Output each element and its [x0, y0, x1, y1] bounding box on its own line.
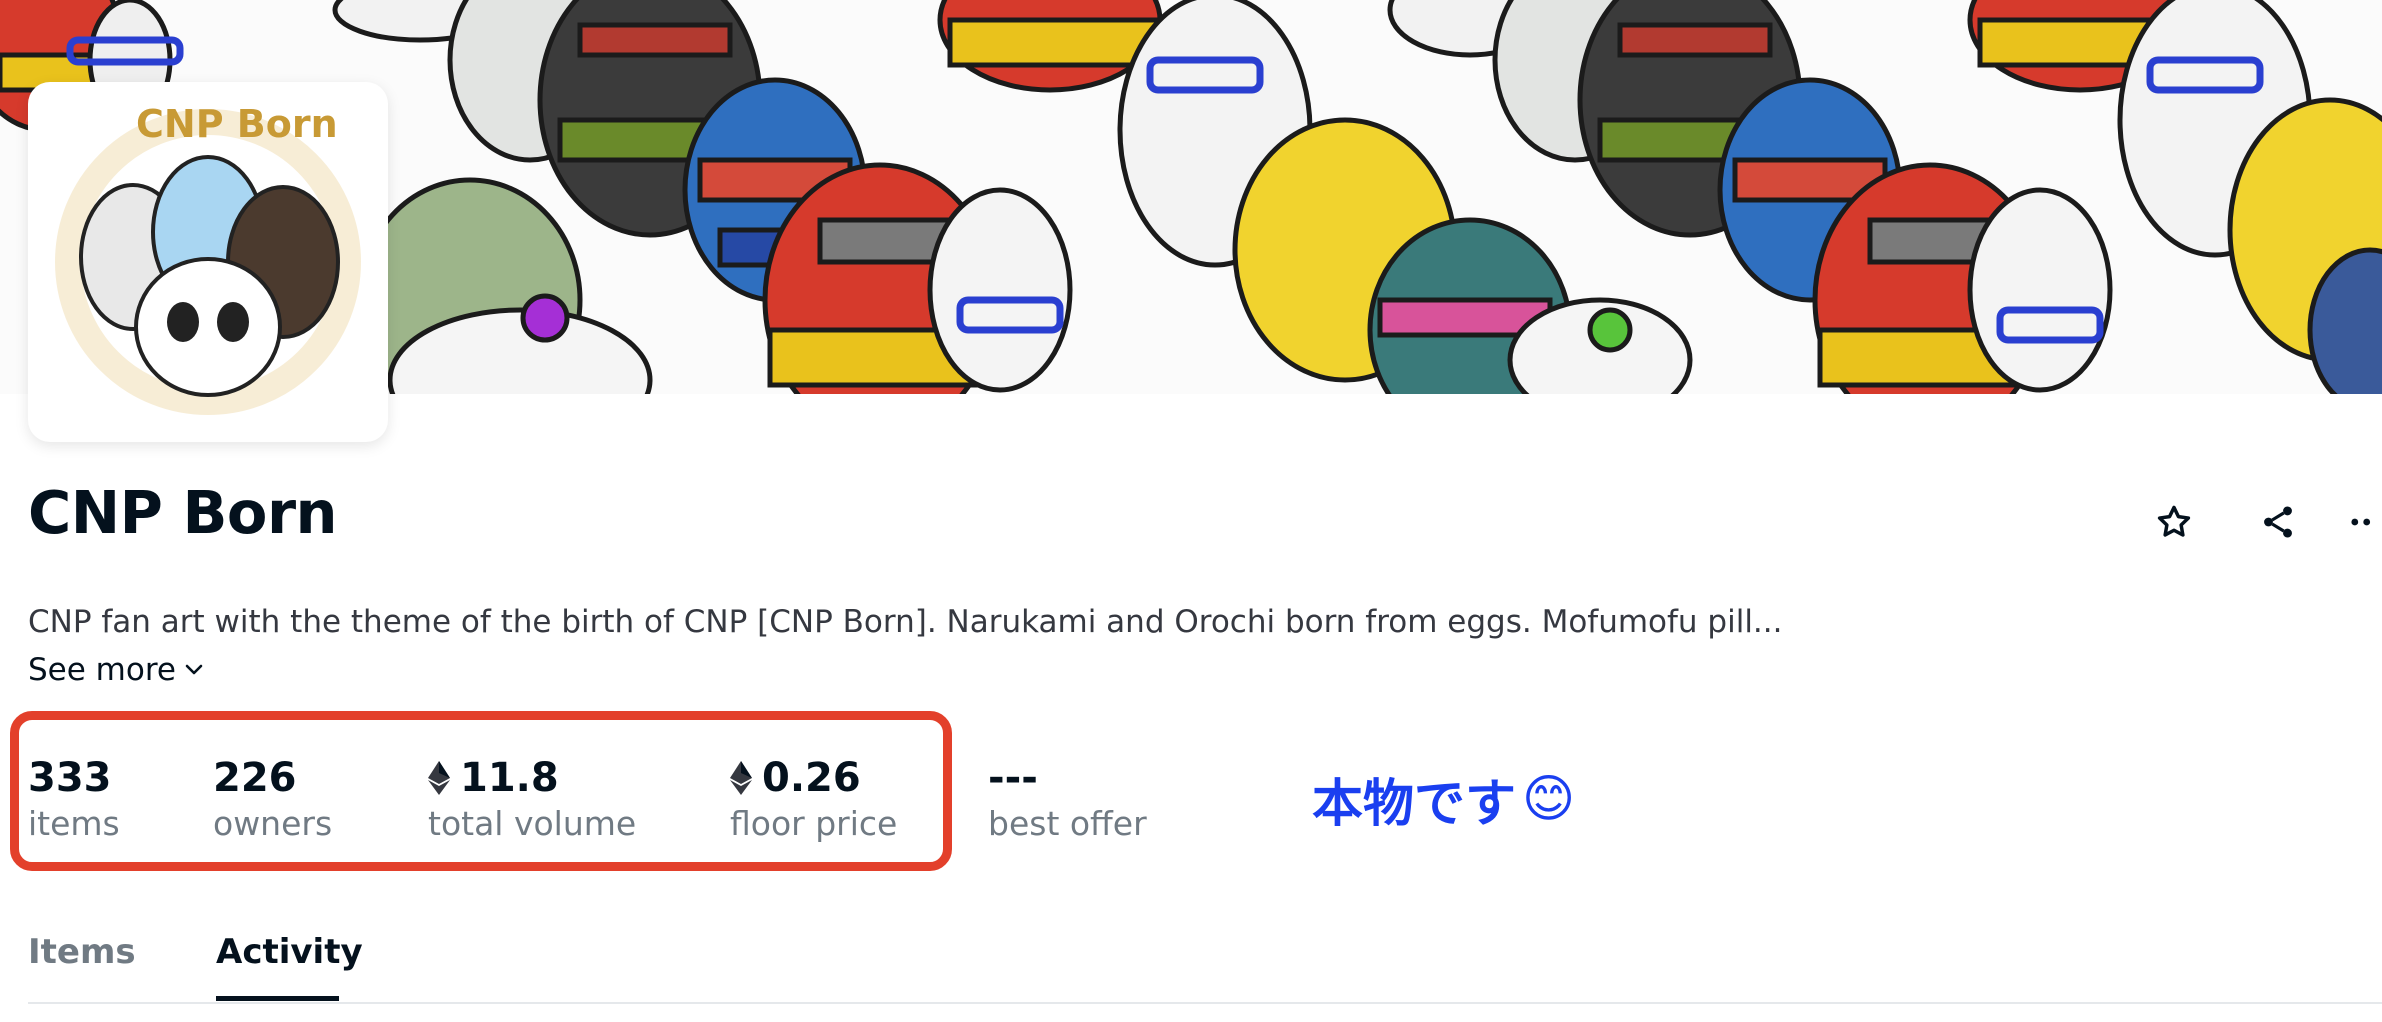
stat-items[interactable]: 333 items — [28, 756, 120, 843]
stat-floor-price[interactable]: 0.26 floor price — [730, 756, 897, 843]
stat-value: 226 — [213, 755, 297, 801]
tab-activity[interactable]: Activity — [216, 932, 363, 972]
share-icon — [2264, 506, 2292, 538]
tabs-divider — [28, 1002, 2382, 1004]
stat-total-volume[interactable]: 11.8 total volume — [428, 756, 636, 843]
stat-label: floor price — [730, 804, 898, 843]
stat-label: items — [28, 804, 120, 843]
share-button[interactable] — [2248, 492, 2308, 552]
stat-best-offer[interactable]: --- best offer — [988, 756, 1147, 843]
stat-value: 0.26 — [762, 755, 861, 801]
active-tab-indicator — [216, 996, 339, 1001]
see-more-label: See more — [28, 652, 176, 688]
see-more-button[interactable]: See more — [28, 652, 204, 688]
smile-emoji-icon: 😊 — [1522, 769, 1576, 829]
more-icon — [2351, 518, 2371, 526]
stat-label: total volume — [428, 804, 637, 843]
favorite-button[interactable] — [2144, 492, 2204, 552]
chevron-down-icon — [185, 664, 203, 675]
annotation-text: 本物です — [1312, 775, 1517, 834]
stat-value: 11.8 — [460, 755, 559, 801]
stat-label: best offer — [988, 804, 1147, 843]
stat-owners[interactable]: 226 owners — [213, 756, 332, 843]
collection-avatar: CNP Born — [28, 82, 388, 442]
collection-description: CNP fan art with the theme of the birth … — [28, 604, 1783, 640]
ethereum-icon — [730, 761, 752, 795]
stat-label: owners — [213, 804, 333, 843]
stat-value: --- — [988, 755, 1038, 801]
collection-title: CNP Born — [28, 478, 338, 547]
avatar-logo-text: CNP Born — [136, 102, 338, 146]
stat-value: 333 — [28, 755, 112, 801]
annotation-note: 本物です 😊 — [1312, 762, 1575, 836]
more-options-button[interactable] — [2348, 492, 2382, 552]
star-icon — [2157, 505, 2191, 537]
tab-items[interactable]: Items — [28, 932, 136, 972]
ethereum-icon — [428, 761, 450, 795]
